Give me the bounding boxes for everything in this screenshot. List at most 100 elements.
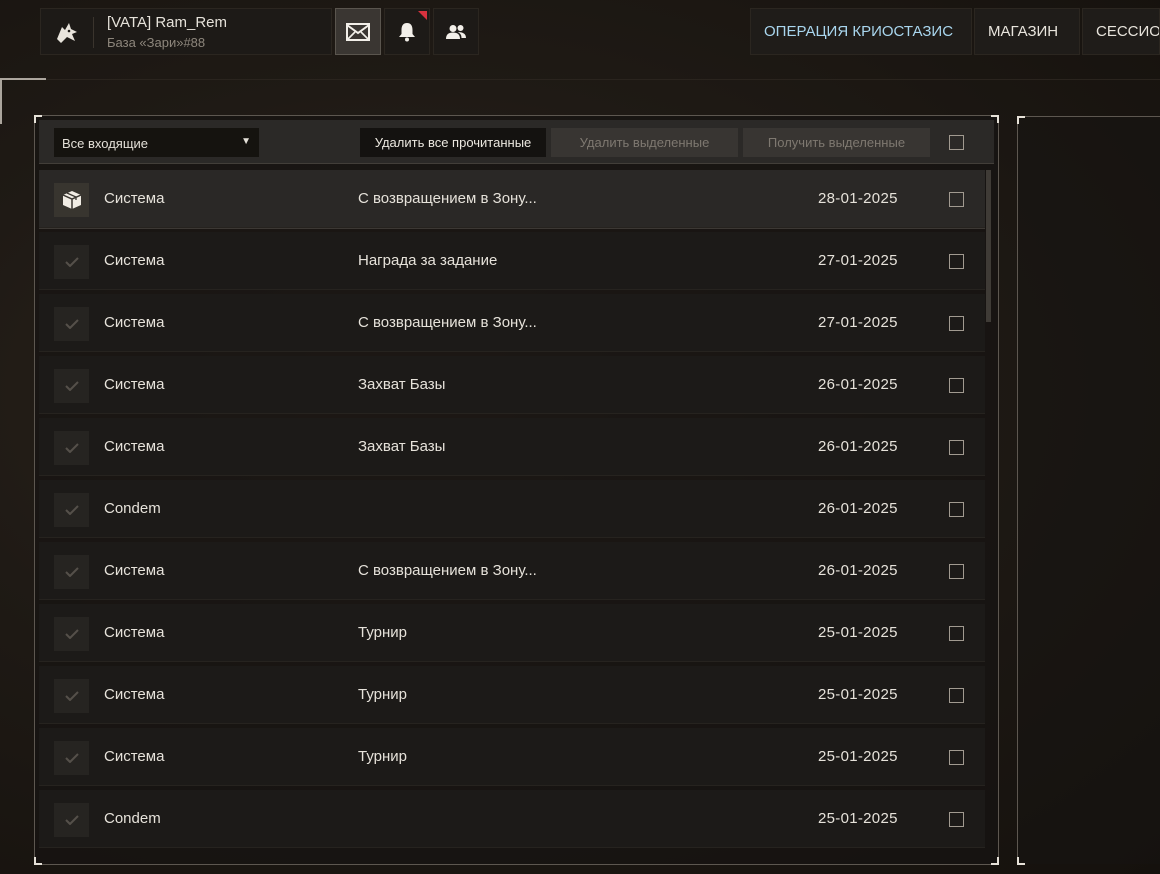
friends-button[interactable]: [433, 8, 479, 55]
message-status-icon: [54, 741, 89, 775]
notifications-button[interactable]: [384, 8, 430, 55]
check-icon: [64, 753, 79, 763]
message-checkbox[interactable]: [949, 378, 964, 393]
mail-button[interactable]: [335, 8, 381, 55]
message-subject: Награда за задание: [358, 252, 498, 269]
message-status-icon: [54, 307, 89, 341]
message-checkbox[interactable]: [949, 750, 964, 765]
mail-row[interactable]: Condem 25-01-2025: [39, 790, 985, 848]
panel-corner: [1017, 857, 1025, 865]
check-icon: [64, 505, 79, 515]
delete-selected-button[interactable]: Удалить выделенные: [551, 128, 738, 157]
nav-operation-cryostasis[interactable]: ОПЕРАЦИЯ КРИОСТАЗИС: [750, 8, 972, 55]
message-preview-panel: [1017, 116, 1160, 865]
mail-row[interactable]: Система Захват Базы 26-01-2025: [39, 418, 985, 476]
message-sender: Condem: [104, 810, 161, 827]
message-status-icon: [54, 555, 89, 589]
mail-filter-dropdown[interactable]: Все входящие ▼: [54, 128, 259, 157]
delete-read-button[interactable]: Удалить все прочитанные: [360, 128, 546, 157]
select-all-checkbox[interactable]: [949, 135, 964, 150]
mail-row[interactable]: Система С возвращением в Зону... 28-01-202…: [39, 170, 985, 229]
top-bar: [VATA] Ram_Rem База «Зари»#88 ОПЕРАЦИЯ К…: [0, 0, 1160, 80]
message-sender: Система: [104, 252, 165, 269]
message-date: 26-01-2025: [818, 438, 898, 455]
message-subject: С возвращением в Зону...: [358, 314, 537, 331]
message-sender: Condem: [104, 500, 161, 517]
player-name: [VATA] Ram_Rem: [107, 14, 228, 31]
message-date: 26-01-2025: [818, 376, 898, 393]
message-status-icon: [54, 679, 89, 713]
message-date: 25-01-2025: [818, 810, 898, 827]
mail-row[interactable]: Система Турнир 25-01-2025: [39, 666, 985, 724]
message-date: 26-01-2025: [818, 562, 898, 579]
mail-row[interactable]: Система Награда за задание 27-01-2025: [39, 232, 985, 290]
message-sender: Система: [104, 562, 165, 579]
receive-selected-button[interactable]: Получить выделенные: [743, 128, 930, 157]
message-date: 25-01-2025: [818, 686, 898, 703]
message-checkbox[interactable]: [949, 688, 964, 703]
message-subject: С возвращением в Зону...: [358, 562, 537, 579]
mail-panel: Все входящие ▼ Удалить все прочитанные У…: [34, 115, 999, 865]
message-status-icon: [54, 183, 89, 217]
message-date: 26-01-2025: [818, 500, 898, 517]
nav-sessions[interactable]: СЕССИОН: [1082, 8, 1160, 55]
message-subject: Турнир: [358, 686, 407, 703]
message-subject: С возвращением в Зону...: [358, 190, 537, 207]
message-sender: Система: [104, 686, 165, 703]
wolf-logo-icon: [57, 23, 77, 43]
check-icon: [64, 567, 79, 577]
message-sender: Система: [104, 376, 165, 393]
people-icon: [446, 24, 466, 39]
mail-row[interactable]: Система С возвращением в Зону... 27-01-202…: [39, 294, 985, 352]
message-checkbox[interactable]: [949, 812, 964, 827]
message-checkbox[interactable]: [949, 440, 964, 455]
message-sender: Система: [104, 624, 165, 641]
mail-row[interactable]: Система Турнир 25-01-2025: [39, 604, 985, 662]
notification-indicator: [418, 11, 427, 20]
message-date: 25-01-2025: [818, 748, 898, 765]
check-icon: [64, 257, 79, 267]
mail-row[interactable]: Система Турнир 25-01-2025: [39, 728, 985, 786]
mail-list: Система С возвращением в Зону... 28-01-202…: [39, 170, 985, 860]
message-checkbox[interactable]: [949, 564, 964, 579]
message-checkbox[interactable]: [949, 316, 964, 331]
player-profile[interactable]: [VATA] Ram_Rem База «Зари»#88: [40, 8, 332, 55]
check-icon: [64, 629, 79, 639]
check-icon: [64, 691, 79, 701]
envelope-icon: [346, 22, 370, 41]
message-sender: Система: [104, 748, 165, 765]
check-icon: [64, 381, 79, 391]
profile-divider: [93, 17, 94, 48]
package-icon: [62, 191, 81, 209]
check-icon: [64, 319, 79, 329]
mail-row[interactable]: Система С возвращением в Зону... 26-01-202…: [39, 542, 985, 600]
message-date: 27-01-2025: [818, 252, 898, 269]
message-checkbox[interactable]: [949, 192, 964, 207]
mail-row[interactable]: Condem 26-01-2025: [39, 480, 985, 538]
panel-corner: [991, 857, 999, 865]
message-checkbox[interactable]: [949, 254, 964, 269]
mail-row[interactable]: Система Захват Базы 26-01-2025: [39, 356, 985, 414]
message-status-icon: [54, 369, 89, 403]
message-subject: Турнир: [358, 748, 407, 765]
message-date: 28-01-2025: [818, 190, 898, 207]
message-sender: Система: [104, 314, 165, 331]
panel-corner: [1017, 116, 1025, 124]
mail-filter-value: Все входящие: [62, 136, 149, 151]
message-subject: Турнир: [358, 624, 407, 641]
message-sender: Система: [104, 438, 165, 455]
message-subject: Захват Базы: [358, 438, 446, 455]
nav-shop[interactable]: МАГАЗИН: [974, 8, 1080, 55]
mail-list-scrollbar[interactable]: [986, 170, 991, 322]
mail-toolbar: Все входящие ▼ Удалить все прочитанные У…: [39, 120, 994, 164]
message-checkbox[interactable]: [949, 626, 964, 641]
message-sender: Система: [104, 190, 165, 207]
check-icon: [64, 443, 79, 453]
message-checkbox[interactable]: [949, 502, 964, 517]
dropdown-arrow-icon: ▼: [241, 136, 251, 147]
message-date: 27-01-2025: [818, 314, 898, 331]
message-status-icon: [54, 617, 89, 651]
message-status-icon: [54, 431, 89, 465]
message-subject: Захват Базы: [358, 376, 446, 393]
message-status-icon: [54, 245, 89, 279]
